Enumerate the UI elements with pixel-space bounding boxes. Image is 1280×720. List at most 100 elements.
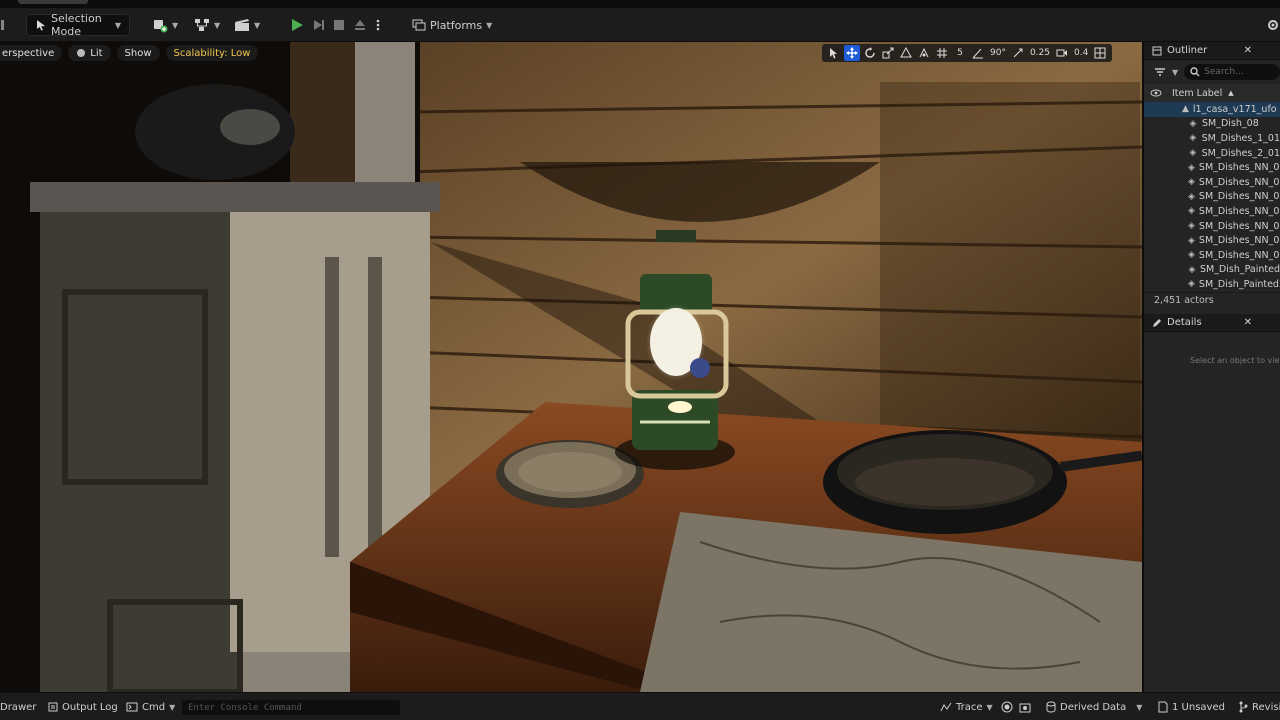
stop-button[interactable] [333,14,345,36]
unsaved-button[interactable]: 1 Unsaved [1158,699,1225,715]
search-icon [1190,67,1200,77]
outliner-item[interactable]: ◈ SM_Dishes_1_01 [1144,131,1280,146]
outliner-item-label: SM_Dishes_NN_01 [1198,162,1280,174]
scale-snap-value[interactable]: 0.25 [1028,45,1052,61]
branch-icon [1238,701,1248,713]
angle-snap-value[interactable]: 90° [988,45,1008,61]
chevron-down-icon: ▼ [114,20,121,30]
outliner-item[interactable]: ◈ SM_Dish_Painted2 [1144,277,1280,292]
world-local-icon[interactable] [898,45,914,61]
outliner-tab[interactable]: Outliner ✕ [1144,42,1280,60]
actor-count: 2,451 actors [1144,292,1280,308]
chevron-down-icon: ▼ [172,20,179,30]
outliner-item[interactable]: ◈ SM_Dish_08 [1144,117,1280,132]
console-command-input[interactable]: Enter Console Command [182,700,400,715]
level-viewport[interactable]: erspective Lit Show Scalability: Low 5 9… [0,42,1142,692]
outliner-item[interactable]: ◈ SM_Dishes_NN_01 [1144,248,1280,263]
outliner-item-label: SM_Dish_08 [1202,118,1259,130]
chevron-down-icon: ▼ [254,20,261,30]
viewport-options-bar: erspective Lit Show Scalability: Low [0,44,259,62]
eject-button[interactable] [353,14,367,36]
surface-snap-icon[interactable] [916,45,932,61]
advance-frame-button[interactable] [312,14,326,36]
static-mesh-icon: ◈ [1189,133,1197,144]
trace-icon [940,702,952,712]
camera-icon [1019,701,1031,713]
grid-snap-icon[interactable] [934,45,950,61]
record-button[interactable] [1001,699,1013,715]
close-icon[interactable]: ✕ [1244,317,1252,328]
outliner-item-label: SM_Dish_Painted [1199,264,1280,276]
platforms-dropdown[interactable]: Platforms ▼ [412,14,492,36]
drawer-label: Drawer [0,701,37,713]
settings-button[interactable] [1266,14,1280,36]
trace-dropdown[interactable]: Trace ▼ [940,699,993,715]
outliner-search-input[interactable]: Search... [1184,64,1280,80]
cinematics-button[interactable]: ▼ [234,14,260,36]
outliner-item[interactable]: ◈ SM_Dishes_2_01 [1144,146,1280,161]
selection-mode-dropdown[interactable]: Selection Mode ▼ [26,12,130,38]
screenshot-button[interactable] [1019,699,1031,715]
scalability-button[interactable]: Scalability: Low [165,45,259,61]
record-icon [1001,701,1013,713]
details-title: Details [1167,317,1202,328]
chevron-down-icon: ▼ [986,702,993,712]
rotate-tool-icon[interactable] [862,45,878,61]
outliner-item[interactable]: ◈ SM_Dishes_NN_01 [1144,233,1280,248]
selection-mode-label: Selection Mode [51,12,102,38]
close-icon[interactable]: ✕ [1244,45,1252,56]
camera-speed-icon[interactable] [1054,45,1070,61]
angle-snap-icon[interactable] [970,45,986,61]
scale-tool-icon[interactable] [880,45,896,61]
chevron-down-icon: ▼ [1136,702,1143,712]
grid-snap-value[interactable]: 5 [952,45,968,61]
add-actor-icon [152,17,168,33]
cursor-icon [35,19,47,31]
static-mesh-icon: ◈ [1188,191,1195,202]
menu-icon[interactable] [0,20,6,30]
select-tool-icon[interactable] [826,45,842,61]
outliner-item[interactable]: ◈ SM_Dishes_NN_01 [1144,175,1280,190]
viewport-layout-icon[interactable] [1092,45,1108,61]
details-empty-hint: Select an object to view [1190,356,1280,365]
blueprints-button[interactable]: ▼ [194,14,220,36]
outliner-item[interactable]: ◈ SM_Dishes_NN_01 [1144,190,1280,205]
chevron-down-icon: ▼ [486,20,493,30]
lit-sphere-icon [76,48,86,58]
filter-icon[interactable] [1154,67,1166,77]
level-icon: ▲ [1182,104,1189,115]
scale-snap-icon[interactable] [1010,45,1026,61]
title-bar [0,0,1280,8]
perspective-button[interactable]: erspective [0,45,63,61]
play-button[interactable] [290,14,304,36]
content-drawer-button[interactable]: Drawer [0,699,36,715]
outliner-item[interactable]: ◈ SM_Dishes_NN_01 [1144,219,1280,234]
chevron-down-icon[interactable]: ▼ [1172,68,1178,77]
outliner-item[interactable]: ◈ SM_Dish_Painted [1144,263,1280,278]
cmd-dropdown[interactable]: Cmd ▼ [126,699,175,715]
static-mesh-icon: ◈ [1188,177,1195,188]
camera-speed-value[interactable]: 0.4 [1072,45,1090,61]
static-mesh-icon: ◈ [1189,118,1197,129]
outliner-item[interactable]: ◈ SM_Dishes_NN_01 [1144,160,1280,175]
details-tab[interactable]: Details ✕ [1144,314,1280,332]
visibility-eye-icon[interactable] [1150,89,1162,97]
lit-label: Lit [90,47,103,59]
terminal-icon [126,702,138,712]
derived-data-dropdown[interactable]: Derived Data ▼ [1046,699,1142,715]
play-options-button[interactable] [376,14,380,36]
add-content-button[interactable]: ▼ [152,14,178,36]
show-button[interactable]: Show [116,45,160,61]
output-log-button[interactable]: Output Log [48,699,118,715]
outliner-root-item[interactable]: ▲ l1_casa_v171_ufo (Ed [1144,102,1280,117]
root-item-label: l1_casa_v171_ufo (Ed [1192,103,1280,115]
outliner-column-header[interactable]: Item Label ▲ [1144,84,1280,102]
lit-button[interactable]: Lit [68,45,111,61]
unreal-editor-window: Selection Mode ▼ ▼ ▼ ▼ Platforms ▼ erspe… [0,0,1280,720]
outliner-item[interactable]: ◈ SM_Dishes_NN_01 [1144,204,1280,219]
revision-control-button[interactable]: Revisi [1238,699,1280,715]
blueprint-icon [194,18,210,32]
move-tool-icon[interactable] [844,45,860,61]
chevron-down-icon: ▼ [169,702,176,712]
level-tab[interactable] [18,0,88,4]
